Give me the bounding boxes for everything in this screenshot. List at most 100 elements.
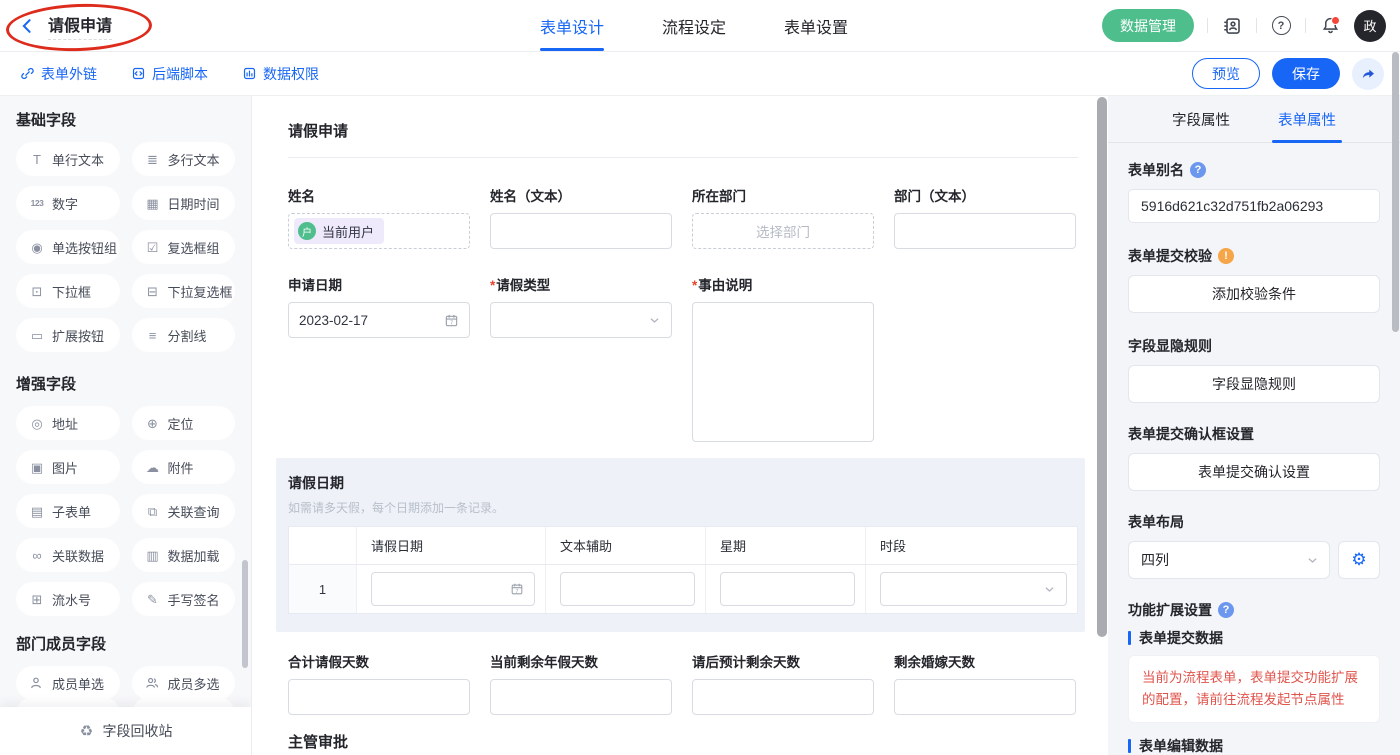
reason-textarea[interactable] bbox=[692, 302, 874, 442]
sidebar-item-checkbox-group[interactable]: ☑复选框组 bbox=[132, 230, 236, 264]
tab-form-setting[interactable]: 表单设置 bbox=[784, 0, 848, 51]
warning-circle-icon[interactable]: ! bbox=[1218, 248, 1234, 264]
row-date-input[interactable]: 7 bbox=[371, 572, 535, 606]
notification-bell-icon[interactable] bbox=[1319, 15, 1341, 37]
data-manage-button[interactable]: 数据管理 bbox=[1102, 9, 1194, 42]
extension-label: 功能扩展设置 ? bbox=[1128, 601, 1380, 619]
field-predicted-remaining[interactable]: 请后预计剩余天数 bbox=[692, 654, 874, 715]
sidebar-item-member-multi[interactable]: 成员多选 bbox=[132, 666, 236, 700]
backend-script-action[interactable]: 后端脚本 bbox=[131, 64, 208, 84]
save-button[interactable]: 保存 bbox=[1272, 58, 1340, 89]
department-text-input[interactable] bbox=[894, 213, 1076, 249]
subform-hint: 如需请多天假，每个日期添加一条记录。 bbox=[288, 499, 1085, 516]
address-pin-icon: ◎ bbox=[29, 417, 45, 430]
marriage-days-input[interactable] bbox=[894, 679, 1076, 715]
visibility-rules-button[interactable]: 字段显隐规则 bbox=[1128, 365, 1380, 403]
chevron-left-icon bbox=[18, 17, 36, 35]
field-total-days[interactable]: 合计请假天数 bbox=[288, 654, 470, 715]
sidebar-item-multi-line-text[interactable]: ≣多行文本 bbox=[132, 142, 236, 176]
share-button[interactable] bbox=[1352, 58, 1384, 90]
section-title-basic: 基础字段 bbox=[16, 112, 235, 130]
field-name[interactable]: 姓名 户 当前用户 bbox=[288, 188, 470, 249]
sidebar-item-divider[interactable]: ≡分割线 bbox=[132, 318, 236, 352]
name-text-input[interactable] bbox=[490, 213, 672, 249]
total-days-input[interactable] bbox=[288, 679, 470, 715]
sidebar-scrollbar[interactable] bbox=[242, 560, 248, 668]
sidebar-item-datetime[interactable]: ▦日期时间 bbox=[132, 186, 236, 220]
leave-type-select[interactable] bbox=[490, 302, 672, 338]
visibility-label: 字段显隐规则 bbox=[1128, 337, 1380, 355]
tab-form-properties[interactable]: 表单属性 bbox=[1278, 96, 1336, 142]
field-name-text[interactable]: 姓名（文本） bbox=[490, 188, 672, 249]
subform-table: 请假日期 文本辅助 星期 时段 1 7 bbox=[288, 526, 1078, 614]
form-title: 请假申请 bbox=[288, 120, 1078, 158]
field-reason[interactable]: *事由说明 bbox=[692, 277, 874, 442]
sidebar-item-radio-group[interactable]: ◉单选按钮组 bbox=[16, 230, 120, 264]
tab-field-properties[interactable]: 字段属性 bbox=[1172, 96, 1230, 142]
question-circle-icon[interactable]: ? bbox=[1190, 162, 1206, 178]
row-week-input[interactable] bbox=[720, 572, 855, 606]
sidebar-item-address[interactable]: ◎地址 bbox=[16, 406, 120, 440]
permission-icon bbox=[242, 66, 257, 81]
field-remaining-annual[interactable]: 当前剩余年假天数 bbox=[490, 654, 672, 715]
remaining-annual-input[interactable] bbox=[490, 679, 672, 715]
current-user-box[interactable]: 户 当前用户 bbox=[288, 213, 470, 249]
sidebar-item-location[interactable]: ⊕定位 bbox=[132, 406, 236, 440]
chevron-down-icon bbox=[648, 314, 661, 327]
row-text-input[interactable] bbox=[560, 572, 695, 606]
leave-dates-section: 请假日期 如需请多天假，每个日期添加一条记录。 请假日期 文本辅助 星期 时段 … bbox=[276, 458, 1085, 632]
select-icon: ⊡ bbox=[29, 285, 45, 298]
data-permission-action[interactable]: 数据权限 bbox=[242, 64, 319, 84]
script-icon bbox=[131, 66, 146, 81]
field-department-text[interactable]: 部门（文本） bbox=[894, 188, 1076, 249]
sidebar-item-single-line-text[interactable]: T单行文本 bbox=[16, 142, 120, 176]
department-picker[interactable]: 选择部门 bbox=[692, 213, 874, 249]
field-apply-date[interactable]: 申请日期 2023-02-17 7 bbox=[288, 277, 470, 338]
back-button[interactable] bbox=[18, 17, 36, 35]
help-icon[interactable]: ? bbox=[1270, 15, 1292, 37]
sidebar-item-linked-query[interactable]: ⧉关联查询 bbox=[132, 494, 236, 528]
sidebar-item-select[interactable]: ⊡下拉框 bbox=[16, 274, 120, 308]
layout-select[interactable]: 四列 bbox=[1128, 541, 1330, 579]
preview-button[interactable]: 预览 bbox=[1192, 58, 1260, 89]
page-title[interactable]: 请假申请 bbox=[48, 12, 112, 40]
divider bbox=[1305, 18, 1306, 33]
external-link-action[interactable]: 表单外链 bbox=[20, 64, 97, 84]
sidebar-item-attachment[interactable]: ☁附件 bbox=[132, 450, 236, 484]
alias-input[interactable]: 5916d621c32d751fb2a06293 bbox=[1128, 189, 1380, 223]
user-avatar[interactable]: 政 bbox=[1354, 10, 1386, 42]
sidebar-item-signature[interactable]: ✎手写签名 bbox=[132, 582, 236, 616]
field-leave-type[interactable]: *请假类型 bbox=[490, 277, 672, 338]
apply-date-input[interactable]: 2023-02-17 7 bbox=[288, 302, 470, 338]
sidebar-item-linked-data[interactable]: ∞关联数据 bbox=[16, 538, 120, 572]
canvas-scrollbar[interactable] bbox=[1097, 97, 1107, 637]
sidebar-item-member-single[interactable]: 成员单选 bbox=[16, 666, 120, 700]
field-marriage-days[interactable]: 剩余婚嫁天数 bbox=[894, 654, 1076, 715]
sidebar-item-subform[interactable]: ▤子表单 bbox=[16, 494, 120, 528]
recycle-icon: ♻ bbox=[79, 724, 95, 739]
tab-flow-setting[interactable]: 流程设定 bbox=[662, 0, 726, 51]
svg-text:7: 7 bbox=[516, 589, 519, 595]
address-book-icon[interactable] bbox=[1221, 15, 1243, 37]
gear-icon: ⚙ bbox=[1351, 550, 1366, 570]
sidebar-item-multi-select[interactable]: ⊟下拉复选框 bbox=[132, 274, 236, 308]
field-recycle-bin[interactable]: ♻ 字段回收站 bbox=[0, 707, 251, 755]
current-user-tag[interactable]: 户 当前用户 bbox=[294, 218, 384, 244]
sidebar-item-image[interactable]: ▣图片 bbox=[16, 450, 120, 484]
panel-scrollbar[interactable] bbox=[1392, 52, 1399, 332]
textarea-icon: ≣ bbox=[145, 153, 161, 166]
calendar-icon: 7 bbox=[444, 313, 459, 328]
divider-icon: ≡ bbox=[145, 329, 161, 342]
add-validation-button[interactable]: 添加校验条件 bbox=[1128, 275, 1380, 313]
sidebar-item-serial-number[interactable]: ⊞流水号 bbox=[16, 582, 120, 616]
layout-settings-button[interactable]: ⚙ bbox=[1338, 541, 1380, 579]
field-department[interactable]: 所在部门 选择部门 bbox=[692, 188, 874, 249]
sidebar-item-data-load[interactable]: ▥数据加载 bbox=[132, 538, 236, 572]
sidebar-item-extend-button[interactable]: ▭扩展按钮 bbox=[16, 318, 120, 352]
tab-form-design[interactable]: 表单设计 bbox=[540, 0, 604, 51]
predicted-remaining-input[interactable] bbox=[692, 679, 874, 715]
submit-confirm-button[interactable]: 表单提交确认设置 bbox=[1128, 453, 1380, 491]
sidebar-item-number[interactable]: 123数字 bbox=[16, 186, 120, 220]
row-time-select[interactable] bbox=[880, 572, 1067, 606]
question-circle-icon[interactable]: ? bbox=[1218, 602, 1234, 618]
